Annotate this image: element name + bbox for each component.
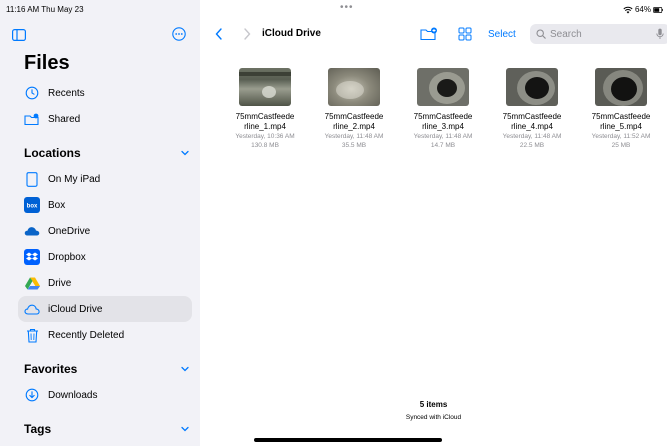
file-item[interactable]: 75mmCastfeede rline_5.mp4 Yesterday, 11:… [579, 68, 663, 150]
file-name-line1: 75mmCastfeede [502, 112, 562, 121]
file-name-line2: rline_3.mp4 [422, 122, 464, 131]
video-thumbnail [328, 68, 380, 106]
file-name-line2: rline_1.mp4 [244, 122, 286, 131]
chevron-down-icon [181, 150, 189, 156]
video-thumbnail [417, 68, 469, 106]
more-options-icon[interactable] [172, 27, 186, 41]
icloud-icon [24, 301, 40, 317]
folder-title: iCloud Drive [262, 28, 321, 39]
file-name-line2: rline_4.mp4 [511, 122, 553, 131]
section-header-label: Favorites [24, 362, 78, 376]
battery-icon [653, 6, 663, 13]
sidebar-item-box[interactable]: box Box [18, 192, 192, 218]
file-size: 22.5 MB [519, 142, 545, 149]
box-icon: box [24, 197, 40, 213]
sidebar-item-shared[interactable]: Shared [18, 106, 192, 132]
file-name-line1: 75mmCastfeede [235, 112, 295, 121]
file-item[interactable]: 75mmCastfeede rline_1.mp4 Yesterday, 10:… [223, 68, 307, 150]
sidebar-item-drive[interactable]: Drive [18, 270, 192, 296]
sidebar-item-recents[interactable]: Recents [18, 80, 192, 106]
file-size: 35.5 MB [341, 142, 367, 149]
wifi-icon [623, 6, 633, 13]
sidebar-item-recently-deleted[interactable]: Recently Deleted [18, 322, 192, 348]
video-thumbnail [239, 68, 291, 106]
search-icon [536, 29, 546, 39]
sidebar-item-label: OneDrive [48, 225, 91, 237]
svg-text:box: box [27, 204, 38, 210]
video-thumbnail [595, 68, 647, 106]
multitasking-dots[interactable]: ••• [340, 2, 354, 13]
file-size: 14.7 MB [430, 142, 456, 149]
download-circle-icon [24, 387, 40, 403]
file-item[interactable]: 75mmCastfeede rline_4.mp4 Yesterday, 11:… [490, 68, 574, 150]
sidebar-item-label: Shared [48, 113, 81, 125]
sidebar-item-on-my-ipad[interactable]: On My iPad [18, 166, 192, 192]
sidebar-item-label: Box [48, 199, 66, 211]
sidebar-title: Files [24, 52, 70, 74]
ipad-icon [24, 171, 40, 187]
clock-icon [24, 85, 40, 101]
search-field[interactable]: Search [530, 24, 667, 44]
sidebar-item-icloud-drive[interactable]: iCloud Drive [18, 296, 192, 322]
file-name-line1: 75mmCastfeede [324, 112, 384, 121]
home-indicator[interactable] [254, 438, 442, 442]
file-date: Yesterday, 11:48 AM [502, 133, 562, 140]
sidebar-item-label: Recents [48, 87, 85, 99]
status-indicators: 64% [623, 5, 663, 14]
sidebar-item-label: iCloud Drive [48, 303, 103, 315]
section-header-label: Locations [24, 146, 81, 160]
sidebar-item-label: Drive [48, 277, 72, 289]
sidebar-item-dropbox[interactable]: Dropbox [18, 244, 192, 270]
file-size: 130.8 MB [251, 142, 279, 149]
sidebar-item-label: Recently Deleted [48, 329, 125, 341]
video-thumbnail [506, 68, 558, 106]
file-date: Yesterday, 11:48 AM [324, 133, 384, 140]
new-folder-icon[interactable] [420, 27, 438, 41]
back-chevron-icon[interactable] [214, 27, 224, 41]
sidebar-item-label: On My iPad [48, 173, 101, 185]
dropbox-icon [24, 249, 40, 265]
sidebar: 11:16 AM Thu May 23 Files Recents Shared… [0, 0, 200, 446]
sidebar-toggle-icon[interactable] [12, 28, 27, 42]
trash-icon [24, 327, 40, 343]
sidebar-item-label: Downloads [48, 389, 98, 401]
locations-header[interactable]: Locations [24, 146, 190, 160]
microphone-icon[interactable] [656, 28, 664, 40]
search-placeholder: Search [550, 28, 582, 40]
file-date: Yesterday, 11:48 AM [413, 133, 473, 140]
sidebar-item-downloads[interactable]: Downloads [18, 382, 192, 408]
chevron-down-icon [181, 366, 189, 372]
tags-header[interactable]: Tags [24, 422, 190, 436]
file-name-line2: rline_5.mp4 [600, 122, 642, 131]
file-size: 25 MB [611, 142, 631, 149]
file-name-line1: 75mmCastfeede [591, 112, 651, 121]
onedrive-cloud-icon [24, 223, 40, 239]
grid-view-icon[interactable] [458, 27, 472, 41]
status-time-date: 11:16 AM Thu May 23 [6, 5, 84, 14]
section-header-label: Tags [24, 422, 52, 436]
select-button[interactable]: Select [488, 29, 516, 40]
file-item[interactable]: 75mmCastfeede rline_3.mp4 Yesterday, 11:… [401, 68, 485, 150]
sidebar-item-label: Dropbox [48, 251, 86, 263]
shared-folder-icon [24, 111, 40, 127]
battery-percentage: 64% [634, 5, 651, 14]
sync-status: Synced with iCloud [405, 414, 462, 421]
file-date: Yesterday, 11:52 AM [591, 133, 651, 140]
file-date: Yesterday, 10:36 AM [235, 133, 295, 140]
favorites-header[interactable]: Favorites [24, 362, 190, 376]
file-item[interactable]: 75mmCastfeede rline_2.mp4 Yesterday, 11:… [312, 68, 396, 150]
file-name-line2: rline_2.mp4 [333, 122, 375, 131]
main-content: ••• 64% iCloud Drive Select Search 75mmC… [200, 0, 667, 446]
file-name-line1: 75mmCastfeede [413, 112, 473, 121]
chevron-down-icon [181, 426, 189, 432]
sidebar-item-onedrive[interactable]: OneDrive [18, 218, 192, 244]
google-drive-icon [24, 275, 40, 291]
item-count: 5 items [419, 400, 448, 409]
forward-chevron-icon[interactable] [242, 27, 252, 41]
